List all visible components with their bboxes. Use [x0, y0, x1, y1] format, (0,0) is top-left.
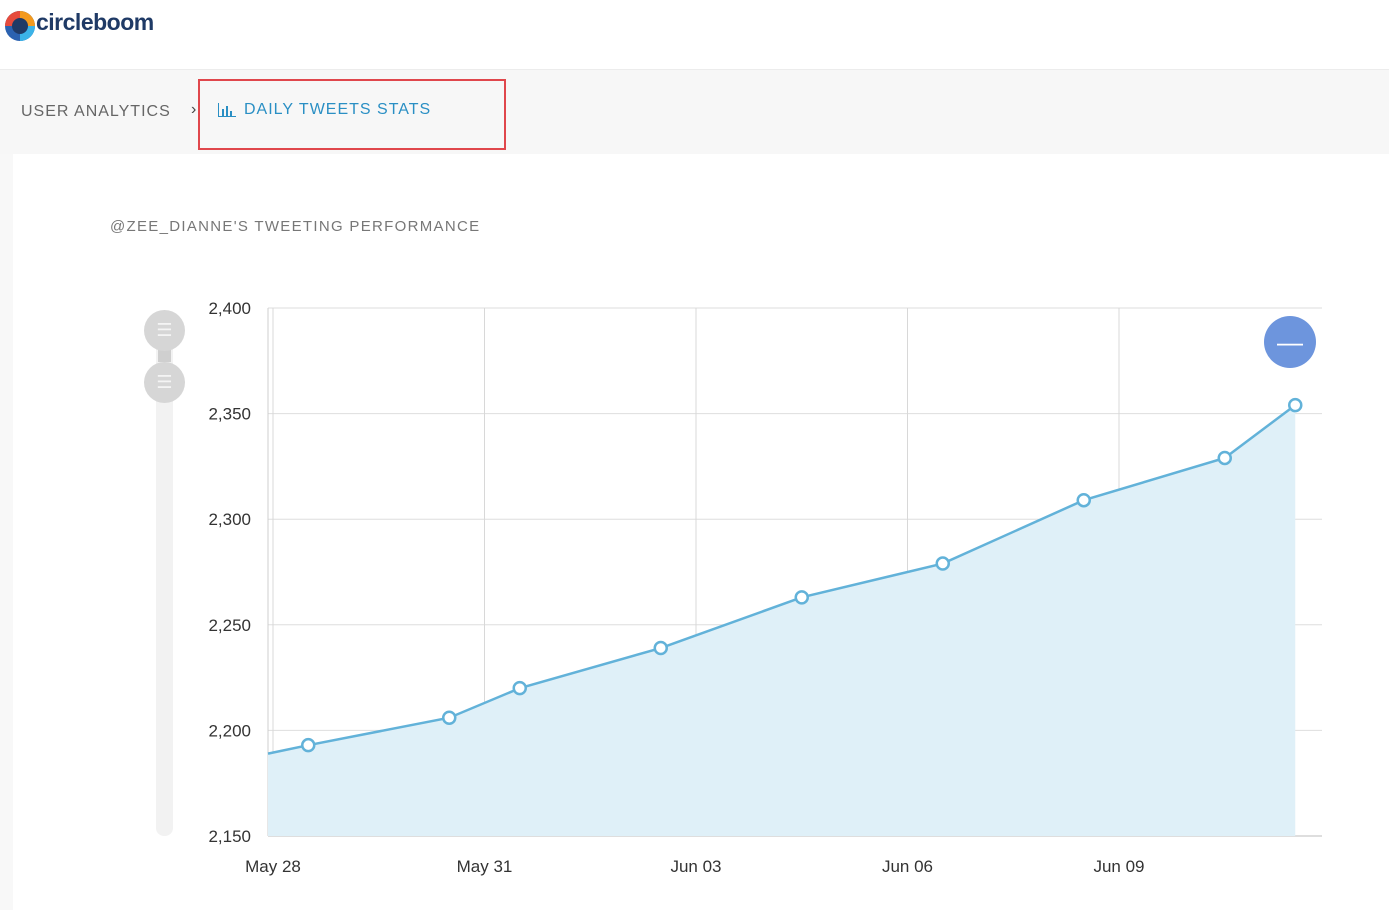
x-tick-label: Jun 03	[670, 857, 721, 876]
data-point	[301, 737, 316, 753]
data-point	[1076, 492, 1091, 508]
data-point	[935, 556, 950, 571]
data-point	[1217, 450, 1232, 466]
y-tick-label: 2,250	[208, 616, 251, 635]
data-point	[1288, 397, 1303, 413]
x-tick-label: Jun 06	[882, 857, 933, 876]
x-tick-label: May 28	[245, 857, 301, 876]
y-tick-label: 2,400	[208, 299, 251, 318]
data-point	[794, 590, 809, 605]
data-point	[653, 640, 668, 656]
minus-icon: —	[1277, 327, 1303, 357]
y-tick-label: 2,150	[208, 827, 251, 846]
tweets-area-chart: 2,150 2,200 2,250 2,300 2,350 2,400 May 28 May …	[208, 299, 1322, 876]
zoom-out-button[interactable]: —	[1264, 316, 1316, 368]
y-tick-label: 2,350	[208, 405, 251, 424]
x-tick-label: May 31	[457, 857, 513, 876]
y-tick-label: 2,200	[208, 721, 251, 740]
data-point	[442, 710, 457, 725]
series-area	[268, 405, 1296, 836]
x-tick-label: Jun 09	[1093, 857, 1144, 876]
y-tick-label: 2,300	[208, 510, 251, 529]
data-point	[512, 680, 527, 696]
